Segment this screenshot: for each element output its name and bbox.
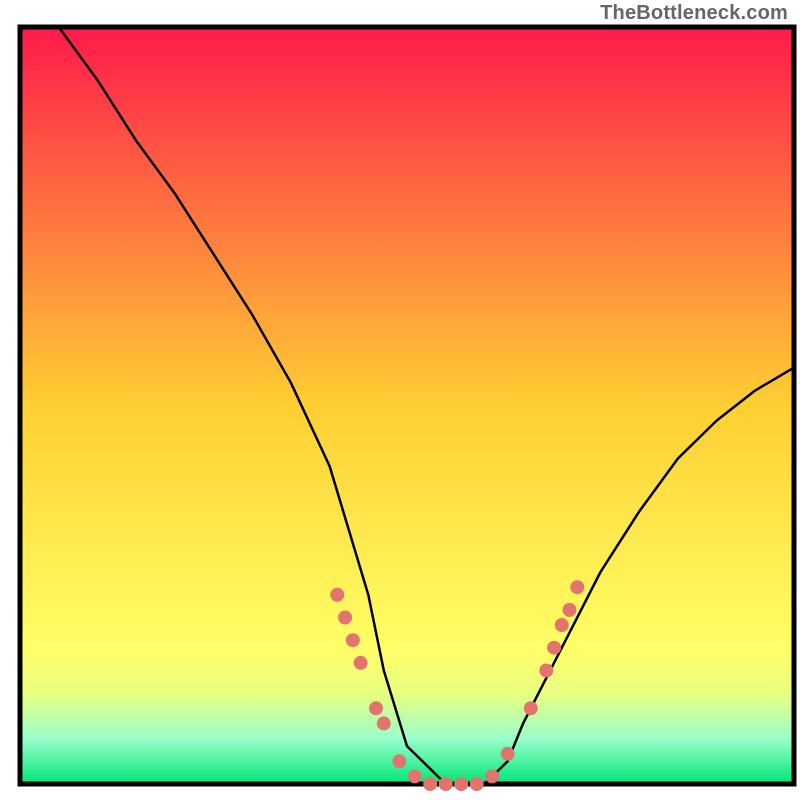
- marker-dot: [454, 777, 468, 791]
- marker-dot: [354, 656, 368, 670]
- marker-dot: [563, 603, 577, 617]
- marker-dot: [501, 747, 515, 761]
- marker-dot: [485, 769, 499, 783]
- chart-container: TheBottleneck.com: [0, 0, 800, 800]
- marker-dot: [392, 754, 406, 768]
- marker-dot: [524, 701, 538, 715]
- marker-dot: [555, 618, 569, 632]
- marker-dot: [408, 769, 422, 783]
- chart-svg: [0, 0, 800, 800]
- marker-dot: [338, 611, 352, 625]
- marker-dot: [470, 777, 484, 791]
- marker-dot: [377, 716, 391, 730]
- marker-dot: [330, 588, 344, 602]
- marker-dot: [539, 664, 553, 678]
- marker-dot: [423, 777, 437, 791]
- marker-dot: [369, 701, 383, 715]
- marker-dot: [439, 777, 453, 791]
- marker-dot: [346, 633, 360, 647]
- marker-dot: [570, 580, 584, 594]
- marker-dot: [547, 641, 561, 655]
